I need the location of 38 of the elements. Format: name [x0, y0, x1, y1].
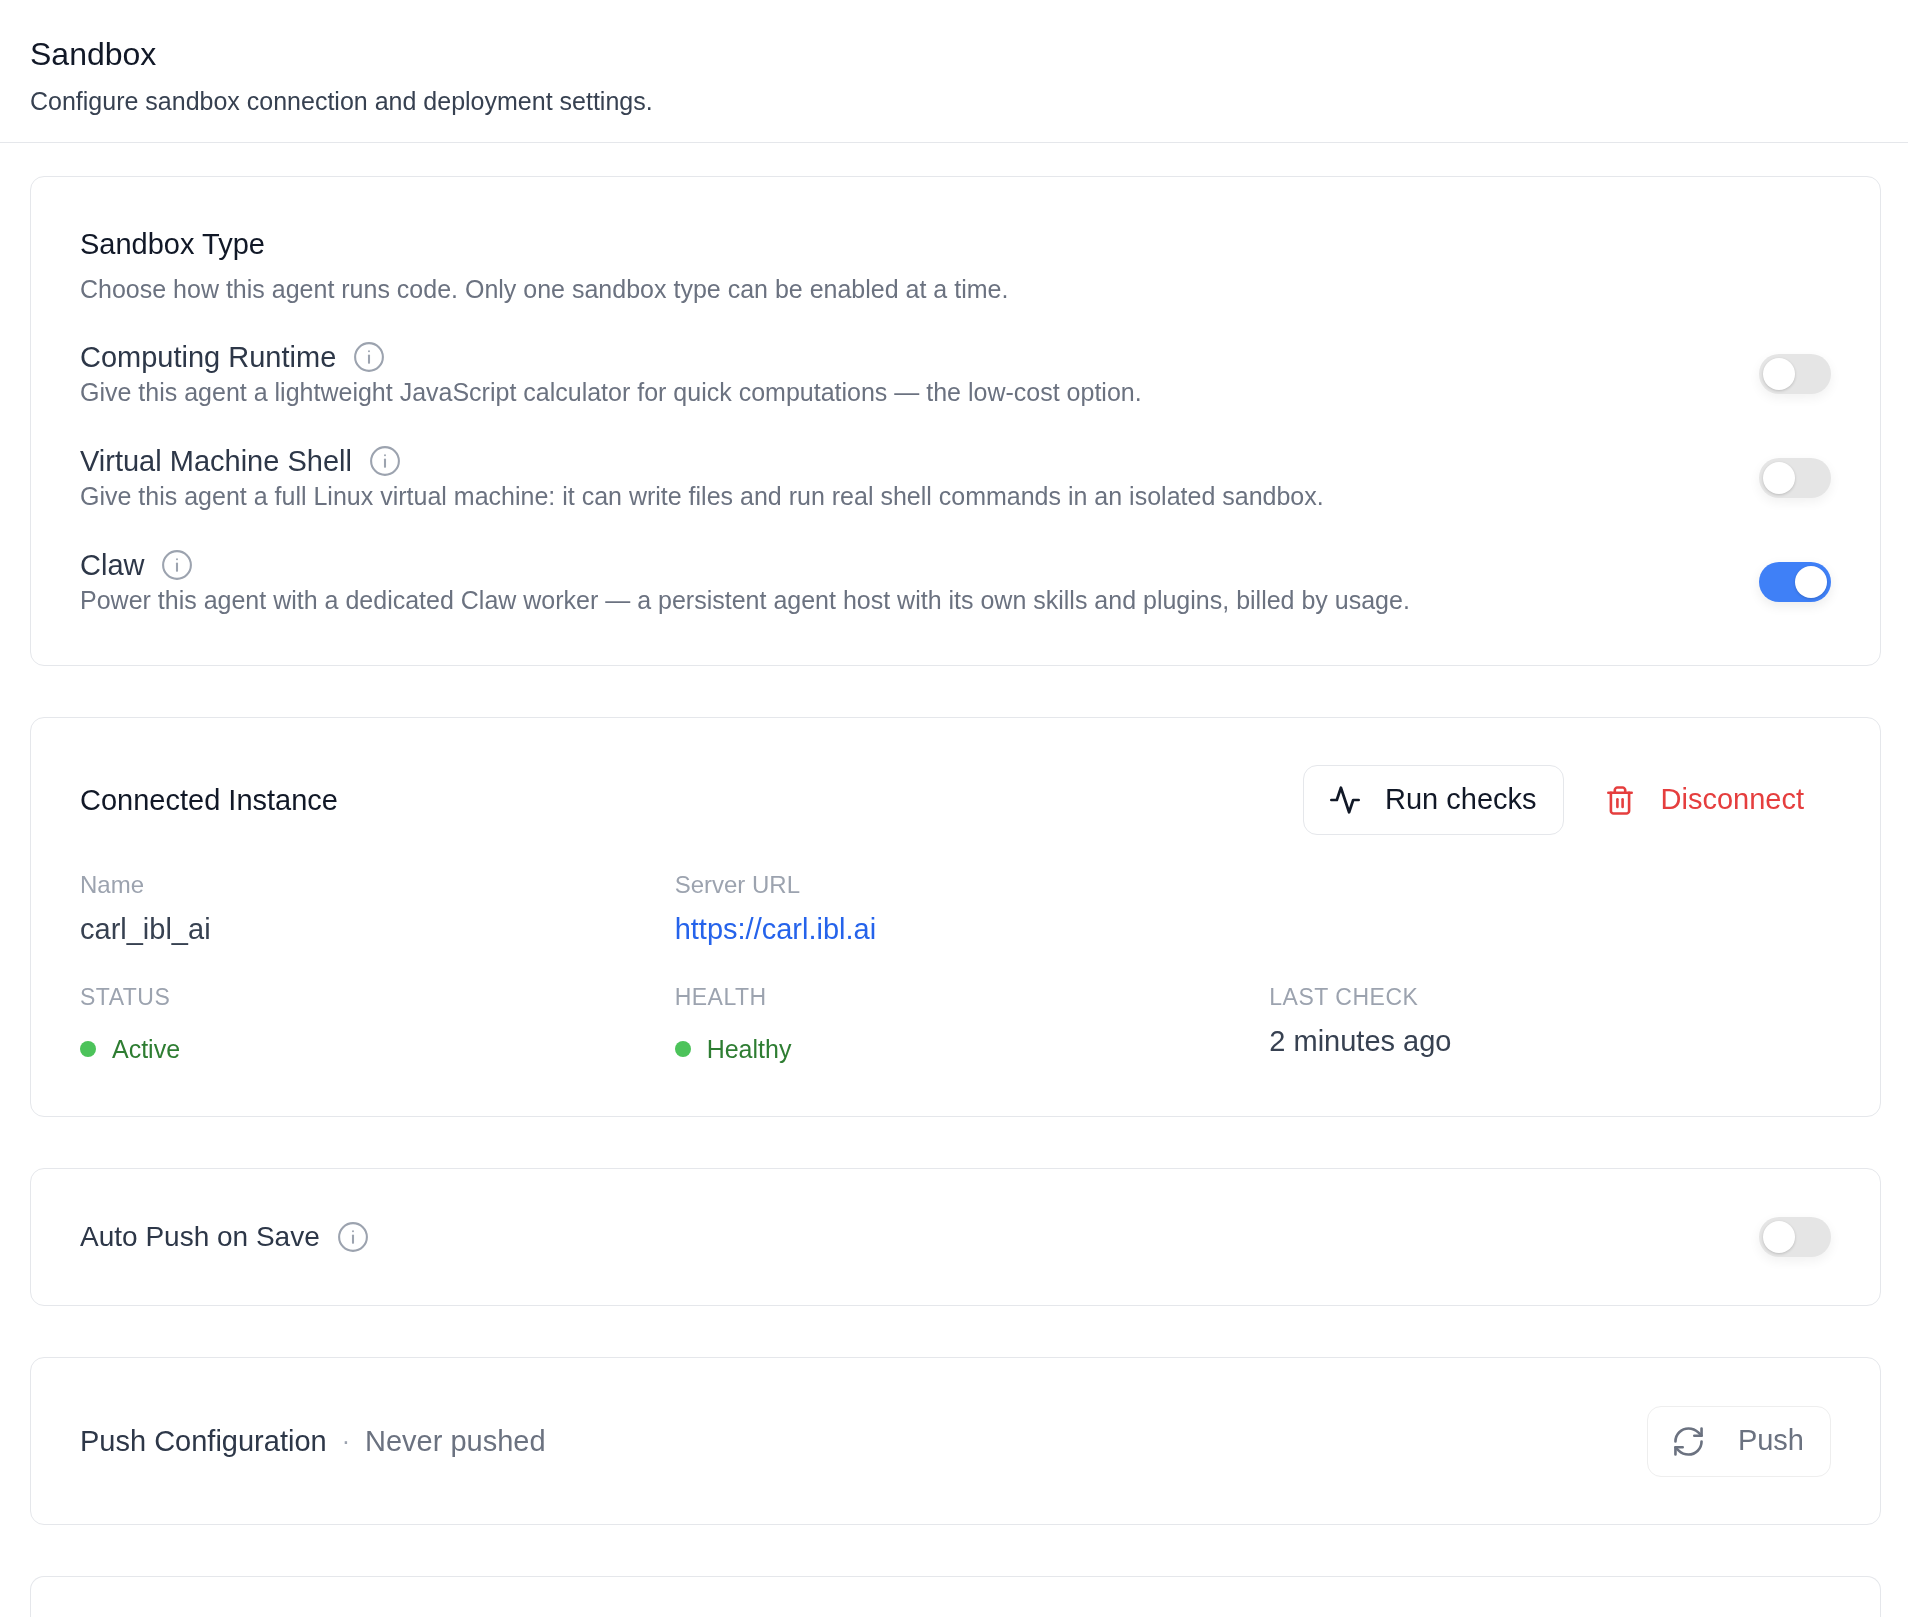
field-label: STATUS [80, 983, 171, 1012]
info-icon[interactable] [162, 550, 193, 580]
push-status: Never pushed [365, 1424, 546, 1459]
field-label: Name [80, 870, 145, 900]
field-label: LAST CHECK [1269, 983, 1419, 1012]
page-title: Sandbox [30, 35, 158, 74]
toggle-switch[interactable] [1759, 1217, 1831, 1257]
page-description: Configure sandbox connection and deployment settings. [30, 86, 654, 117]
field-value: 2 minutes ago [1269, 1024, 1452, 1059]
refresh-icon [1673, 1426, 1703, 1456]
info-icon[interactable] [354, 342, 385, 372]
section-title: Sandbox Type [80, 227, 266, 262]
field-label: HEALTH [674, 983, 767, 1012]
toggle-switch[interactable] [1759, 562, 1831, 602]
info-icon[interactable] [337, 1222, 368, 1252]
activity-icon [1330, 786, 1360, 814]
trash-icon [1606, 785, 1633, 815]
toggle-switch[interactable] [1759, 354, 1831, 394]
run-checks-button[interactable]: Run checks [1303, 765, 1564, 835]
section-description: Choose how this agent runs code. Only one sandbox type can be enabled at a time. [80, 274, 1010, 305]
setting-title: Auto Push on Save [80, 1220, 320, 1254]
toggle-switch[interactable] [1759, 458, 1831, 498]
option-title: Claw [80, 548, 145, 583]
status-value: Healthy [706, 1034, 792, 1065]
option-description: Give this agent a lightweight JavaScript calculator for quick computations — the low-cost option. [80, 377, 1142, 408]
option-description: Power this agent with a dedicated Claw worker — a persistent agent host with its own skills and plugins, billed by usage. [80, 585, 1410, 616]
info-icon[interactable] [369, 446, 400, 476]
option-title: Computing Runtime [80, 340, 337, 375]
status-value: Active [112, 1034, 181, 1065]
server-url-link[interactable]: https://carl.ibl.ai [674, 911, 877, 947]
option-description: Give this agent a full Linux virtual machine: it can write files and run real shell commands in an isolated sandbox. [80, 481, 1324, 512]
separator-dot: · [341, 1426, 350, 1457]
option-title: Virtual Machine Shell [80, 444, 352, 479]
field-label: Server URL [674, 870, 801, 900]
setting-title: Push Configuration [80, 1424, 327, 1459]
section-title: Connected Instance [80, 783, 338, 818]
disconnect-button[interactable]: Disconnect [1579, 765, 1831, 835]
field-value: carl_ibl_ai [80, 912, 211, 947]
